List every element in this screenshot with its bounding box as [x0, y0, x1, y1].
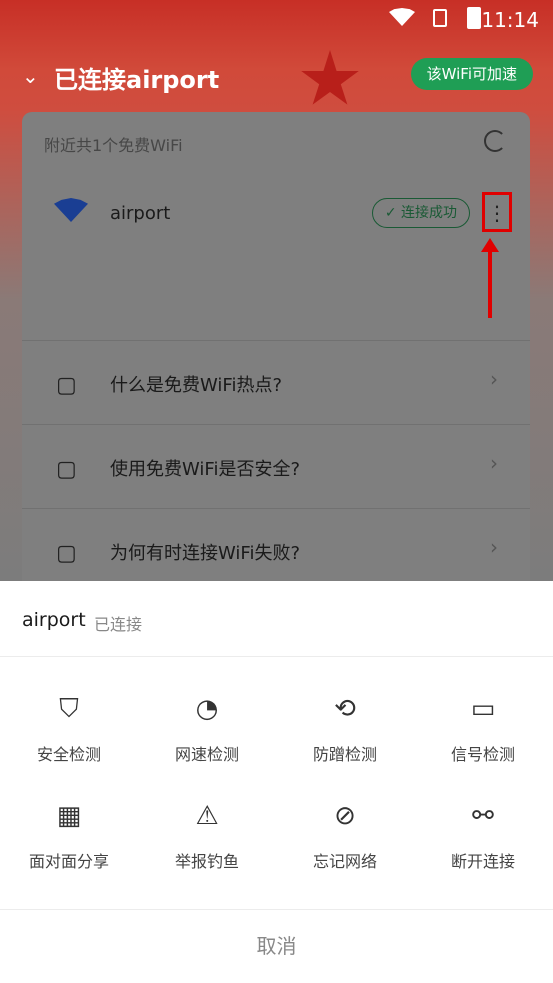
action-report-phishing[interactable]: ⚠ 举报钓鱼 — [138, 798, 276, 898]
clock: 11:14 — [481, 8, 539, 32]
book-icon: ▢ — [56, 457, 77, 482]
shield-icon: ⛉ — [59, 694, 79, 724]
bottom-sheet: airport 已连接 ⛉ 安全检测 ◔ 网速检测 ⟲ 防蹭检测 ▭ 信号检测 ▦ 面对面… — [0, 581, 553, 983]
action-label: 网速检测 — [174, 745, 239, 764]
page-title: 已连接airport — [54, 66, 220, 94]
refresh-icon[interactable] — [484, 130, 506, 152]
action-security-check[interactable]: ⛉ 安全检测 — [0, 691, 138, 791]
action-label: 断开连接 — [450, 852, 515, 871]
action-forget-network[interactable]: ⊘ 忘记网络 — [276, 798, 414, 898]
faq-item[interactable]: ▢ 为何有时连接WiFi失败? › — [22, 508, 530, 592]
wifi-status-icon — [389, 8, 415, 26]
action-label: 举报钓鱼 — [174, 852, 239, 871]
annotation-arrow — [481, 238, 499, 318]
connected-badge: ✓ 连接成功 — [371, 198, 470, 228]
sheet-network-state: 已连接 — [94, 615, 143, 634]
wifi-card: 附近共1个免费WiFi airport ✓ 连接成功 ⋮ ▢ 什么是免费WiFi热… — [22, 112, 530, 612]
action-label: 面对面分享 — [28, 852, 109, 871]
action-label: 安全检测 — [36, 745, 101, 764]
connected-badge-label: 连接成功 — [401, 205, 457, 221]
action-label: 忘记网络 — [312, 852, 377, 871]
network-row[interactable]: airport ✓ 连接成功 ⋮ — [22, 182, 530, 252]
chevron-right-icon: › — [490, 367, 498, 391]
sheet-header: airport 已连接 — [0, 581, 553, 657]
action-label: 信号检测 — [450, 745, 515, 764]
warning-icon: ⚠ — [195, 801, 219, 831]
chevron-right-icon: › — [490, 451, 498, 475]
book-icon: ▢ — [56, 541, 77, 566]
router-icon: ▭ — [470, 694, 496, 724]
speedometer-icon: ◔ — [195, 694, 219, 724]
chevron-down-icon[interactable]: ⌄ — [22, 64, 39, 88]
cancel-button[interactable]: 取消 — [0, 909, 553, 983]
header: ⌄ 已连接airport 该WiFi可加速 — [20, 58, 533, 94]
no-sim-icon — [433, 9, 447, 27]
screen: 11:14 ⌄ 已连接airport 该WiFi可加速 附近共1个免费WiFi … — [0, 0, 553, 983]
qr-code-icon: ▦ — [56, 801, 82, 831]
faq-item[interactable]: ▢ 使用免费WiFi是否安全? › — [22, 424, 530, 508]
action-label: 防蹭检测 — [312, 745, 377, 764]
faq-question: 使用免费WiFi是否安全? — [110, 459, 301, 480]
wifi-icon — [54, 198, 88, 222]
action-anti-leech[interactable]: ⟲ 防蹭检测 — [276, 691, 414, 791]
accelerate-button[interactable]: 该WiFi可加速 — [410, 58, 533, 90]
faq-question: 为何有时连接WiFi失败? — [110, 543, 301, 564]
nearby-hint: 附近共1个免费WiFi — [44, 136, 183, 155]
chevron-right-icon: › — [490, 535, 498, 559]
network-ssid: airport — [110, 203, 171, 224]
book-icon: ▢ — [56, 373, 77, 398]
action-disconnect[interactable]: ⚯ 断开连接 — [414, 798, 552, 898]
lock-shield-icon: ⟲ — [334, 694, 356, 724]
action-face-share[interactable]: ▦ 面对面分享 — [0, 798, 138, 898]
faq-item[interactable]: ▢ 什么是免费WiFi热点? › — [22, 340, 530, 424]
forbid-icon: ⊘ — [334, 801, 356, 831]
battery-icon — [467, 7, 481, 29]
faq-question: 什么是免费WiFi热点? — [110, 375, 283, 396]
action-speed-test[interactable]: ◔ 网速检测 — [138, 691, 276, 791]
action-signal-check[interactable]: ▭ 信号检测 — [414, 691, 552, 791]
unlink-icon: ⚯ — [472, 801, 494, 831]
more-options-icon[interactable]: ⋮ — [482, 192, 512, 232]
sheet-network-name: airport — [22, 609, 86, 631]
status-bar: 11:14 — [0, 0, 553, 36]
